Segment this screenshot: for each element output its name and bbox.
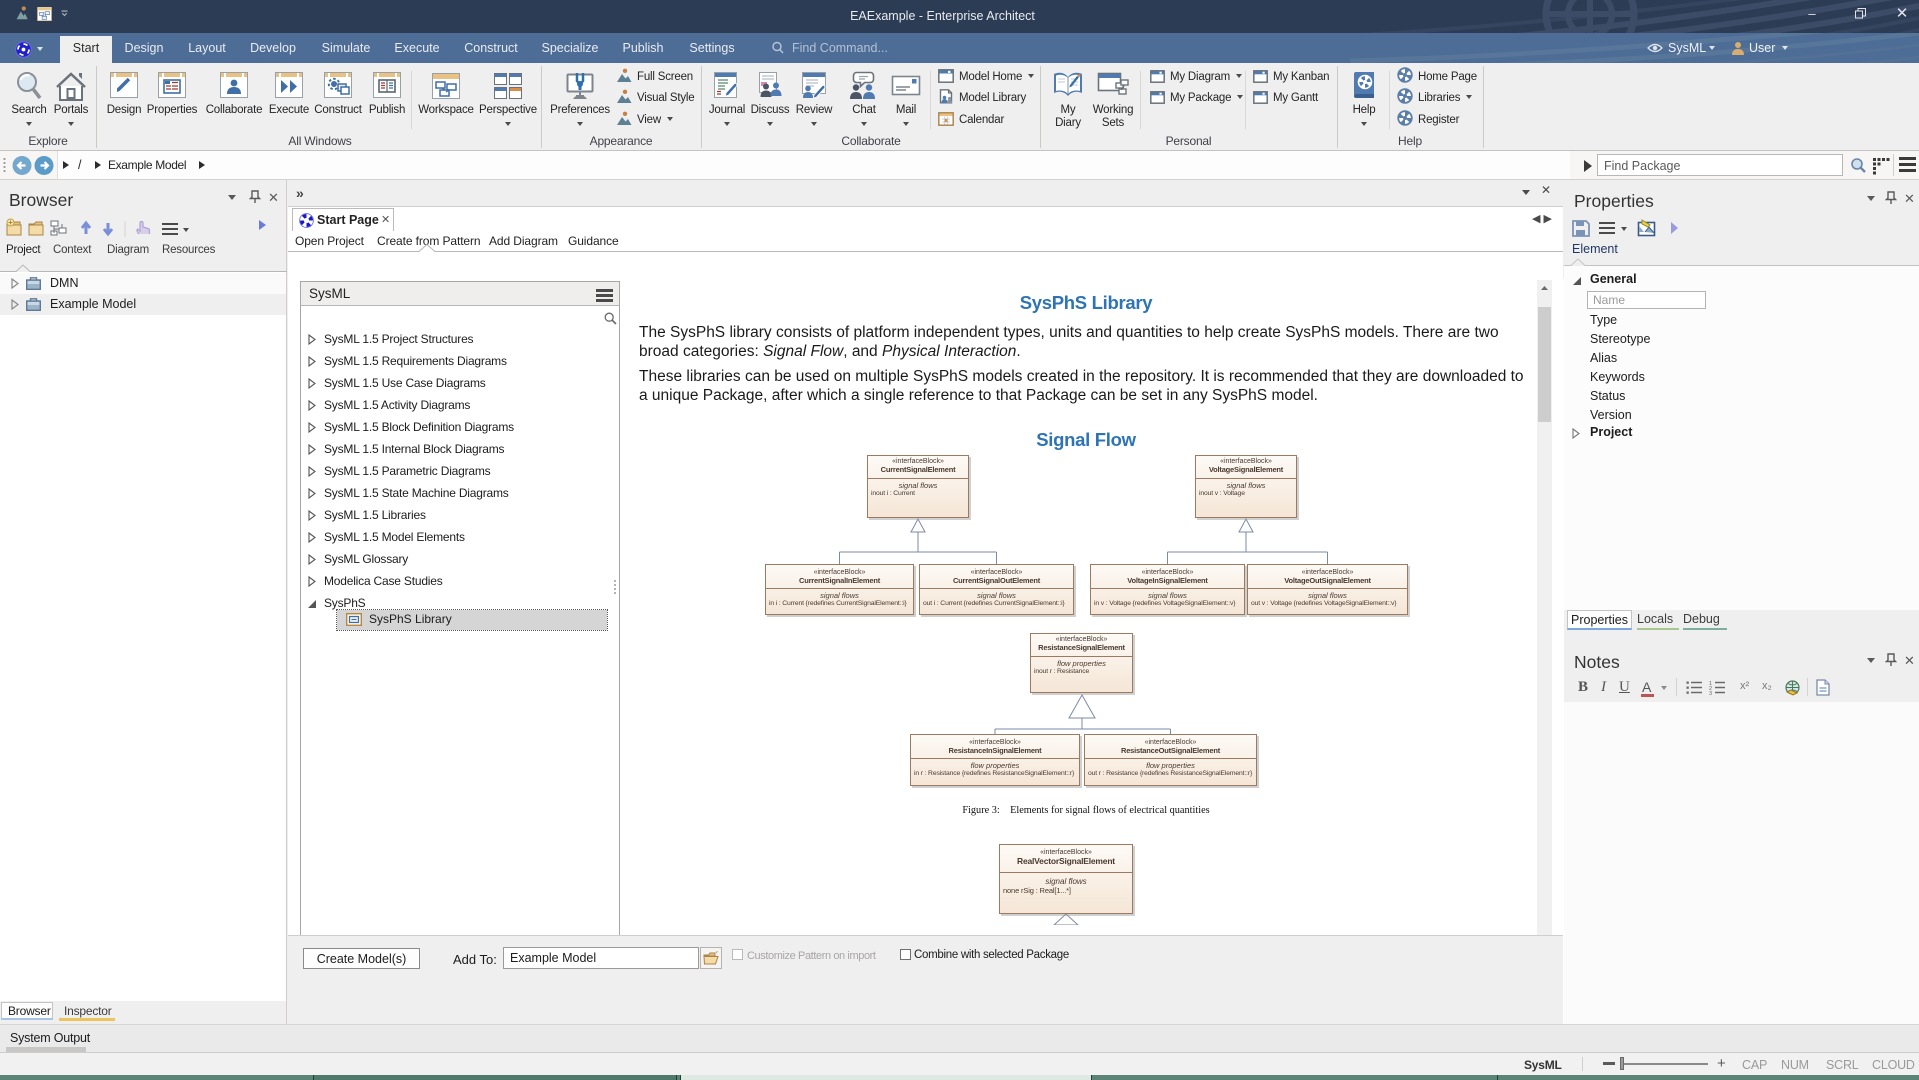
svg-text:3: 3 [1709,691,1712,695]
